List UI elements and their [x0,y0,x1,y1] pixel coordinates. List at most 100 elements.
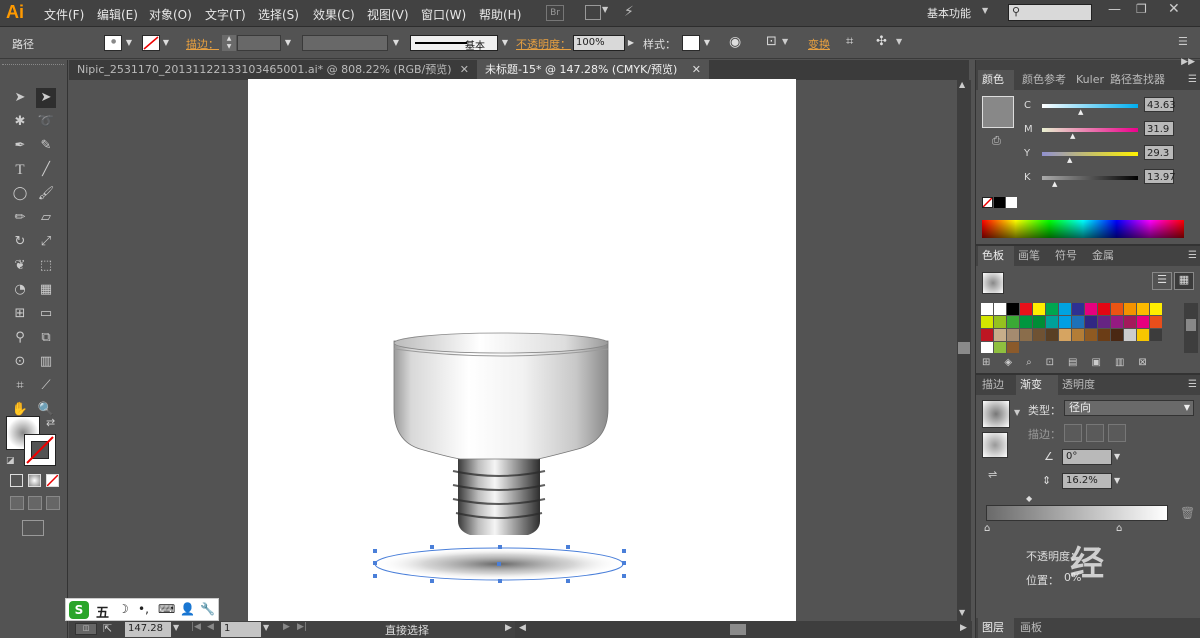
workspace-switcher[interactable]: 基本功能 [927,5,971,21]
delete-stop-icon[interactable]: 🗑 [1180,506,1195,520]
aspect-dropdown-icon[interactable]: ▼ [1114,473,1126,489]
warp-tool-icon[interactable]: ❦ [10,256,30,276]
artboard-dropdown-icon[interactable]: ▼ [263,623,269,632]
channel-k-thumb-icon[interactable]: ▲ [1052,180,1057,188]
user-icon[interactable]: 👤 [180,602,195,616]
collapse-dock-icon[interactable]: ▶▶ [1181,57,1195,67]
stroke-across-icon[interactable] [1108,424,1126,442]
scroll-left-icon[interactable]: ◀ [519,623,526,633]
half-width-icon[interactable]: ☽ [118,602,129,616]
type-tool-icon[interactable]: T [10,160,30,180]
black-color-swatch[interactable] [994,197,1005,208]
lasso-icon[interactable]: ➰ [36,112,56,132]
channel-y-slider[interactable] [1042,152,1138,156]
tab-metal[interactable]: 金属 [1092,246,1114,266]
swap-colors-icon[interactable]: ⇄ [46,416,55,429]
opacity-dropdown-icon[interactable]: ▶ [626,35,636,51]
slice-tool-icon[interactable]: ⟋ [36,376,56,396]
tab-artboards[interactable]: 画板 [1020,618,1042,638]
color-panel-menu-icon[interactable]: ☰ [1188,74,1197,85]
tab-color[interactable]: 颜色 [978,70,1014,90]
direct-selection-tool-icon[interactable]: ➤ [36,88,56,108]
ellipse-tool-icon[interactable]: ◯ [10,184,30,204]
blend-tool-icon[interactable]: ⧉ [36,328,56,348]
none-mode-icon[interactable] [46,474,59,487]
workspace-chevron-icon[interactable]: ▼ [982,6,988,15]
artboard-number-input[interactable]: 1 [221,622,261,637]
white-color-swatch[interactable] [1006,197,1017,208]
gradient-stop-right-icon[interactable]: ⌂ [1116,523,1122,534]
isolate-icon[interactable]: ⌗ [846,34,853,49]
close-tab-icon[interactable]: ✕ [692,60,701,80]
punctuation-icon[interactable]: •, [138,602,149,616]
style-dropdown-icon[interactable]: ▼ [702,35,712,51]
export-icon[interactable]: ⇱ [103,622,112,635]
stroke-weight-dropdown-icon[interactable]: ▼ [283,35,293,51]
align-chevron-icon[interactable]: ▼ [782,37,788,46]
menu-edit[interactable]: 编辑(E) [97,6,138,23]
mesh-tool-icon[interactable]: ⊞ [10,304,30,324]
menu-select[interactable]: 选择(S) [258,6,299,23]
eraser-icon[interactable]: ▱ [36,208,56,228]
ime-mode-label[interactable]: 五 [96,602,109,621]
shape-builder-icon[interactable]: ◔ [10,280,30,300]
bridge-button[interactable]: Br [546,5,564,21]
lamp-top-rim[interactable] [393,332,609,354]
stroke-label[interactable]: 描边： [186,36,219,52]
channel-c-input[interactable]: 43.63 [1144,97,1176,112]
stroke-color-box[interactable] [24,434,56,466]
tab-swatches[interactable]: 色板 [978,246,1014,266]
selection-tool-icon[interactable]: ➤ [10,88,30,108]
zoom-dropdown-icon[interactable]: ▼ [173,623,179,632]
align-to-icon[interactable]: ⊡ [766,34,777,49]
scale-tool-icon[interactable]: ⤢ [36,232,56,252]
gpu-performance-icon[interactable]: ⚡ [624,4,634,20]
next-artboard-icon[interactable]: ▶ [283,622,290,632]
stroke-dropdown-icon[interactable]: ▼ [161,35,171,51]
channel-y-thumb-icon[interactable]: ▲ [1067,156,1072,164]
midpoint-diamond-icon[interactable]: ◆ [1026,494,1032,503]
profile-dropdown-icon[interactable]: ▼ [391,35,401,51]
swatch-grid[interactable] [981,303,1185,353]
envelope-icon[interactable]: ✣ [876,34,887,49]
opacity-input[interactable]: 100% [573,35,625,51]
none-color-swatch[interactable] [982,197,993,208]
variable-width-profile[interactable] [302,35,388,51]
screen-mode-icon[interactable] [22,520,44,536]
channel-y-input[interactable]: 29.3 [1144,145,1174,160]
reverse-gradient-icon[interactable]: ⇌ [988,468,997,481]
thumbnail-view-icon[interactable]: ▦ [1174,272,1194,290]
chevron-down-icon[interactable]: ▼ [602,5,608,14]
fill-dropdown-icon[interactable]: ▼ [124,35,134,51]
magic-wand-icon[interactable]: ✱ [10,112,30,132]
first-artboard-icon[interactable]: |◀ [191,622,201,632]
line-tool-icon[interactable]: ╱ [36,160,56,180]
transform-label[interactable]: 变换 [808,36,830,52]
gradient-mode-icon[interactable] [28,474,41,487]
stroke-along-icon[interactable] [1086,424,1104,442]
angle-dropdown-icon[interactable]: ▼ [1114,449,1126,465]
tab-gradient[interactable]: 渐变 [1016,375,1058,395]
gradient-type-select[interactable]: 径向 ▼ [1064,400,1194,416]
draw-behind-icon[interactable] [28,496,42,510]
tab-symbols[interactable]: 符号 [1055,246,1077,266]
tab-stroke[interactable]: 描边 [982,375,1004,395]
swatch-scrollbar[interactable] [1184,303,1198,353]
panel-menu-icon[interactable]: ☰ [1178,35,1188,48]
gradient-panel-menu-icon[interactable]: ☰ [1188,379,1197,390]
minimize-icon[interactable]: — [1108,2,1121,17]
tab-document-1[interactable]: Nipic_2531170_20131122133103465001.ai* @… [69,60,477,80]
graphic-style-swatch[interactable] [682,35,700,51]
tab-document-2[interactable]: 未标题-15* @ 147.28% (CMYK/预览) ✕ [477,60,709,80]
zoom-input[interactable]: 147.28 [125,622,171,637]
list-view-icon[interactable]: ☰ [1152,272,1172,290]
ime-toolbar[interactable]: S 五 ☽ •, ⌨ 👤 🔧 [65,598,219,621]
screw-thread[interactable] [458,455,540,535]
recolor-artwork-icon[interactable]: ◉ [729,34,741,50]
status-menu-icon[interactable]: ▶ [505,623,512,633]
toolbar-grip[interactable] [2,64,64,70]
menu-window[interactable]: 窗口(W) [421,6,466,23]
menu-object[interactable]: 对象(O) [149,6,192,23]
tab-brushes[interactable]: 画笔 [1018,246,1040,266]
artboard-tool-icon[interactable]: ⌗ [10,376,30,396]
